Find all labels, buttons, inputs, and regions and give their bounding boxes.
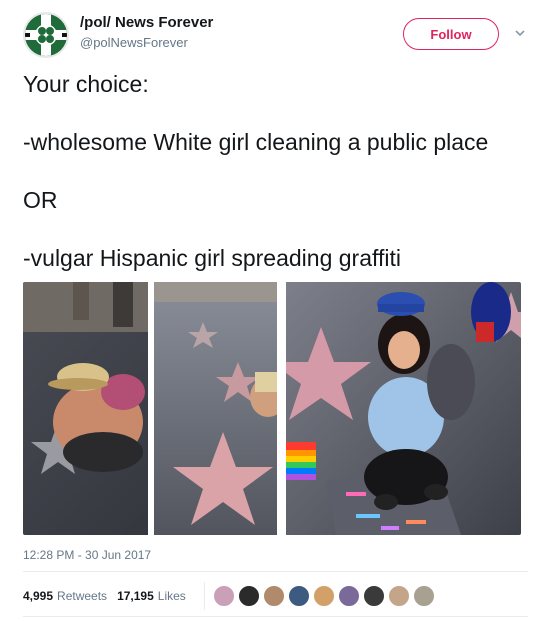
liker-avatar[interactable]: [313, 585, 335, 607]
liker-avatar[interactable]: [288, 585, 310, 607]
liker-avatars: [213, 585, 438, 607]
tweet-line: -vulgar Hispanic girl spreading graffiti: [23, 245, 401, 271]
likes-label[interactable]: Likes: [158, 589, 186, 603]
divider: [23, 571, 528, 572]
retweets-count[interactable]: 4,995: [23, 589, 53, 603]
liker-avatar[interactable]: [388, 585, 410, 607]
liker-avatar[interactable]: [338, 585, 360, 607]
follow-button[interactable]: Follow: [403, 18, 499, 50]
tweet-stats: 4,995 Retweets 17,195 Likes: [23, 582, 435, 610]
chevron-down-icon[interactable]: [513, 26, 527, 40]
tweet-line: -wholesome White girl cleaning a public …: [23, 129, 489, 155]
tweet-line: OR: [23, 187, 58, 213]
liker-avatar[interactable]: [263, 585, 285, 607]
photo-left[interactable]: [23, 282, 277, 535]
divider: [23, 616, 528, 617]
tweet-line: Your choice:: [23, 71, 149, 97]
tweet-text: Your choice: -wholesome White girl clean…: [23, 70, 538, 302]
tweet-media: [23, 282, 521, 535]
user-handle[interactable]: @polNewsForever: [80, 35, 188, 50]
liker-avatar[interactable]: [238, 585, 260, 607]
liker-avatar[interactable]: [213, 585, 235, 607]
avatar[interactable]: [23, 12, 69, 58]
display-name[interactable]: /pol/ News Forever: [80, 14, 213, 31]
divider: [204, 582, 205, 610]
retweets-label[interactable]: Retweets: [57, 589, 107, 603]
tweet-timestamp[interactable]: 12:28 PM - 30 Jun 2017: [23, 548, 151, 562]
likes-count[interactable]: 17,195: [117, 589, 154, 603]
liker-avatar[interactable]: [413, 585, 435, 607]
liker-avatar[interactable]: [363, 585, 385, 607]
clover-emblem-icon: [25, 14, 67, 56]
photo-right[interactable]: [286, 282, 521, 535]
tweet-header: /pol/ News Forever @polNewsForever Follo…: [23, 12, 525, 58]
